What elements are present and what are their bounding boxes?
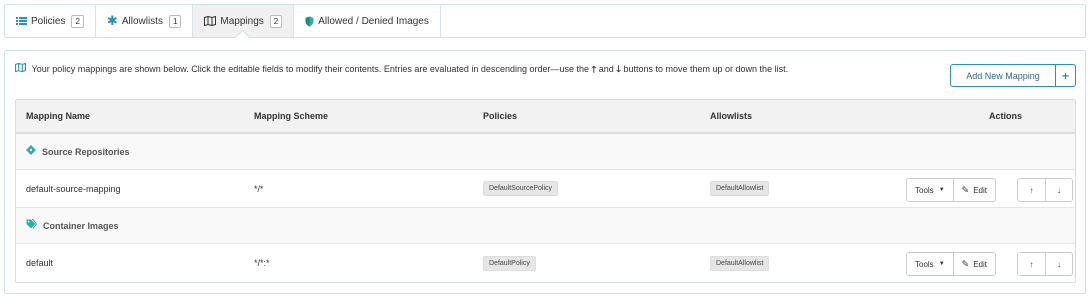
tab-mappings[interactable]: Mappings 2: [193, 5, 295, 37]
caret-down-icon: ▼: [938, 187, 945, 193]
mapping-scheme[interactable]: */*:*: [254, 244, 270, 282]
count-badge: 2: [269, 14, 283, 28]
intro-text: Your policy mappings are shown below. Cl…: [15, 62, 815, 76]
edit-button[interactable]: ✎ Edit: [952, 179, 995, 201]
tools-dropdown-button[interactable]: Tools ▼: [907, 179, 953, 201]
mappings-panel: Your policy mappings are shown below. Cl…: [4, 50, 1086, 294]
tools-edit-group: Tools ▼ ✎ Edit: [906, 178, 996, 202]
intro-and: and: [598, 64, 614, 74]
tab-label: Policies: [31, 15, 66, 27]
tools-label: Tools: [915, 259, 934, 269]
tools-edit-group: Tools ▼ ✎ Edit: [906, 252, 996, 276]
git-icon: [26, 145, 36, 158]
policy-tag[interactable]: DefaultPolicy: [483, 255, 536, 271]
header-policies: Policies: [483, 111, 518, 121]
header-mapping-scheme: Mapping Scheme: [254, 111, 329, 121]
allowlist-tag[interactable]: DefaultAllowlist: [710, 255, 770, 271]
move-up-button[interactable]: ↑: [1018, 179, 1045, 201]
shield-icon: [305, 16, 314, 27]
add-new-mapping-button[interactable]: Add New Mapping +: [950, 64, 1076, 87]
caret-down-icon: ▼: [938, 261, 945, 267]
table-row: default */*:* DefaultPolicy DefaultAllow…: [16, 244, 1075, 282]
add-new-mapping-label[interactable]: Add New Mapping: [951, 65, 1055, 86]
map-icon: [15, 62, 29, 74]
asterisk-icon: ✱: [106, 13, 118, 28]
tab-allowed-denied-images[interactable]: Allowed / Denied Images: [294, 5, 441, 37]
down-arrow-icon: 🡓: [616, 64, 621, 74]
count-badge: 2: [71, 14, 84, 28]
reorder-group: ↑ ↓: [1017, 178, 1073, 202]
edit-label: Edit: [973, 259, 987, 269]
group-label: Source Repositories: [42, 146, 130, 157]
up-arrow-icon: 🡑: [591, 64, 597, 74]
group-label: Container Images: [43, 220, 119, 231]
list-icon: [16, 16, 27, 26]
mapping-name[interactable]: default: [26, 244, 53, 282]
allowlist-tag[interactable]: DefaultAllowlist: [710, 181, 770, 196]
count-badge: 1: [168, 14, 182, 28]
tab-label: Allowed / Denied Images: [318, 15, 429, 27]
mappings-table: Mapping Name Mapping Scheme Policies All…: [15, 99, 1076, 283]
tools-dropdown-button[interactable]: Tools ▼: [907, 253, 953, 275]
tags-icon: [26, 219, 38, 232]
header-actions: Actions: [989, 111, 1023, 121]
tab-policies[interactable]: Policies 2: [5, 5, 96, 37]
header-mapping-name: Mapping Name: [26, 111, 91, 121]
tab-bar: Policies 2 ✱ Allowlists 1 Mappings 2 All…: [4, 4, 1086, 38]
tools-label: Tools: [915, 185, 934, 195]
plus-icon[interactable]: +: [1055, 65, 1075, 86]
group-container-images: Container Images: [16, 208, 1075, 244]
mapping-scheme[interactable]: */*: [254, 170, 264, 207]
mapping-name[interactable]: default-source-mapping: [26, 170, 121, 207]
move-up-button[interactable]: ↑: [1018, 253, 1045, 275]
tab-label: Allowlists: [121, 15, 163, 27]
table-header: Mapping Name Mapping Scheme Policies All…: [16, 100, 1075, 134]
edit-button[interactable]: ✎ Edit: [952, 253, 995, 275]
move-down-button[interactable]: ↓: [1045, 179, 1072, 201]
intro-text-start: Your policy mappings are shown below. Cl…: [31, 64, 590, 74]
table-row: default-source-mapping */* DefaultSource…: [16, 170, 1075, 208]
header-allowlists: Allowlists: [710, 111, 753, 121]
map-icon: [204, 16, 217, 26]
intro-text-end: buttons to move them up or down the list…: [623, 64, 789, 74]
tab-allowlists[interactable]: ✱ Allowlists 1: [96, 5, 194, 37]
tab-label: Mappings: [220, 15, 264, 27]
reorder-group: ↑ ↓: [1017, 252, 1073, 276]
edit-icon: ✎: [961, 258, 970, 269]
group-source-repositories: Source Repositories: [16, 134, 1075, 170]
policy-tag[interactable]: DefaultSourcePolicy: [483, 181, 559, 196]
move-down-button[interactable]: ↓: [1045, 253, 1072, 275]
edit-icon: ✎: [961, 184, 970, 195]
edit-label: Edit: [973, 185, 987, 195]
